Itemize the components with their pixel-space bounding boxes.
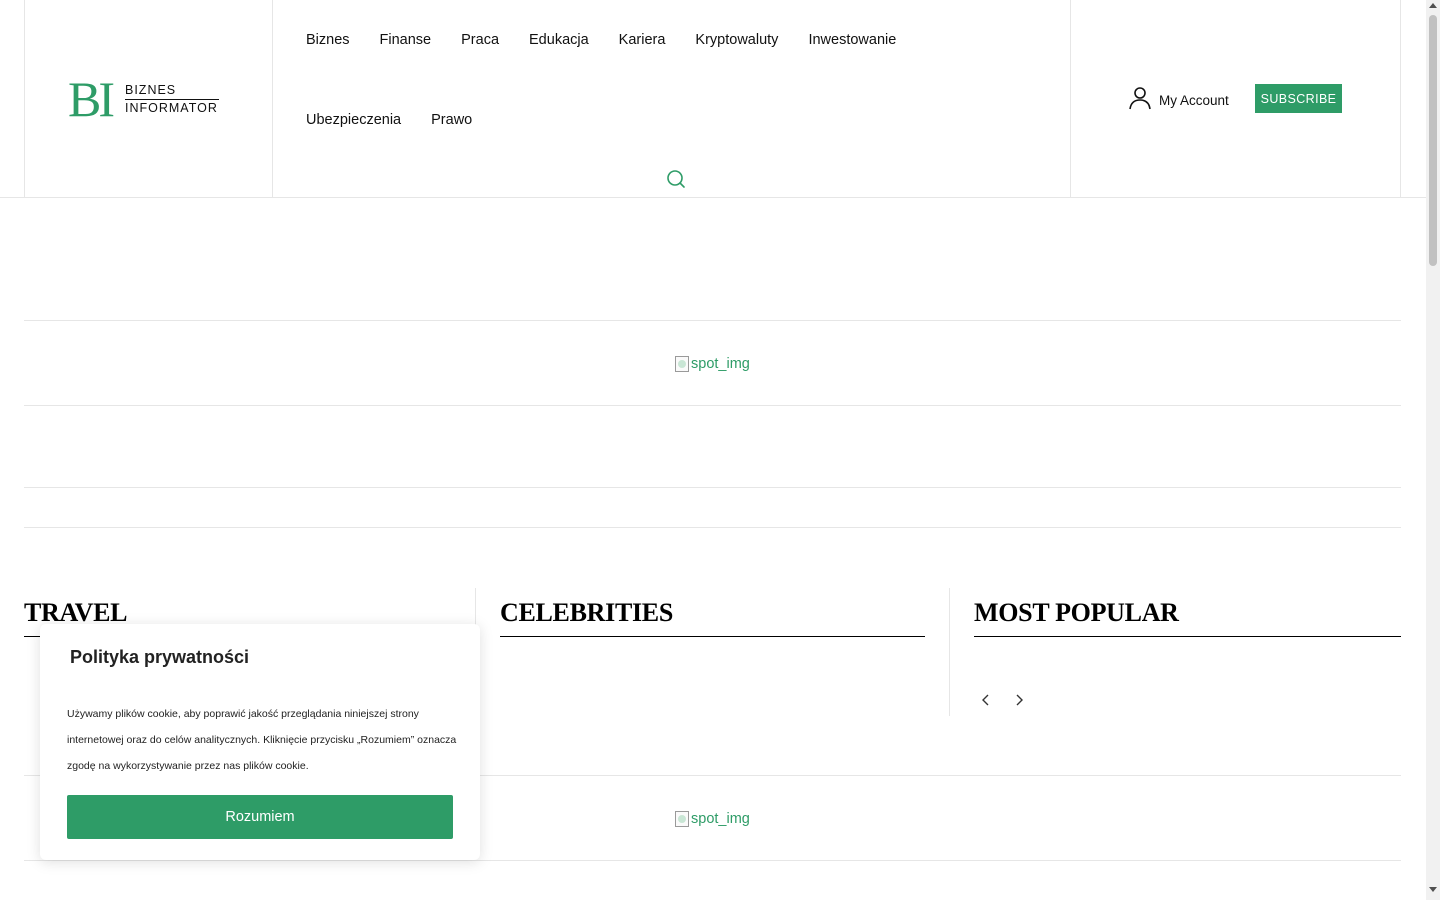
ad-image-alt-text: spot_img [691, 811, 750, 827]
account-area: My Account SUBSCRIBE [1071, 0, 1401, 197]
nav-row-2: Ubezpieczenia Prawo [291, 80, 991, 160]
divider [24, 860, 1401, 861]
divider [24, 527, 1401, 528]
nav-item-ubezpieczenia[interactable]: Ubezpieczenia [306, 112, 401, 128]
nav-item-kryptowaluty[interactable]: Kryptowaluty [695, 32, 778, 48]
divider [24, 320, 1401, 321]
nav-item-inwestowanie[interactable]: Inwestowanie [808, 32, 896, 48]
main-navigation: Biznes Finanse Praca Edukacja Kariera Kr… [273, 0, 1071, 197]
site-logo[interactable]: BI BIZNES INFORMATOR [68, 71, 219, 127]
cookie-dialog-title: Polityka prywatności [70, 647, 250, 667]
user-icon [1129, 86, 1151, 115]
nav-item-praca[interactable]: Praca [461, 32, 499, 48]
chevron-right-icon[interactable] [1011, 692, 1027, 708]
accept-cookies-button[interactable]: Rozumiem [67, 795, 453, 839]
subscribe-button[interactable]: SUBSCRIBE [1255, 84, 1342, 113]
nav-row-1: Biznes Finanse Praca Edukacja Kariera Kr… [291, 0, 991, 80]
ad-image-bottom[interactable]: spot_img [675, 811, 750, 827]
chevron-left-icon[interactable] [978, 692, 994, 708]
nav-menu: Biznes Finanse Praca Edukacja Kariera Kr… [291, 0, 991, 160]
my-account-label: My Account [1159, 93, 1229, 108]
logo-wordmark: BIZNES INFORMATOR [125, 83, 219, 116]
section-title-celebrities: CELEBRITIES [500, 598, 925, 637]
site-header: BI BIZNES INFORMATOR Biznes Finanse Prac… [0, 0, 1426, 198]
nav-item-prawo[interactable]: Prawo [431, 112, 472, 128]
section-title-most-popular: MOST POPULAR [974, 598, 1401, 637]
cookie-dialog-text: Używamy plików cookie, aby poprawić jako… [67, 708, 457, 772]
scroll-up-arrow-icon[interactable] [1429, 3, 1437, 8]
divider [24, 487, 1401, 488]
my-account-link[interactable]: My Account [1129, 86, 1229, 115]
logo-area: BI BIZNES INFORMATOR [24, 0, 273, 197]
nav-item-edukacja[interactable]: Edukacja [529, 32, 589, 48]
logo-line-2: INFORMATOR [125, 100, 218, 115]
ad-image-top[interactable]: spot_img [675, 356, 750, 372]
column-divider [949, 588, 950, 716]
logo-mark: BI [68, 71, 115, 127]
nav-item-biznes[interactable]: Biznes [306, 32, 350, 48]
divider [24, 405, 1401, 406]
scrollbar-thumb[interactable] [1429, 15, 1437, 266]
broken-image-icon [675, 356, 689, 372]
cookie-consent-dialog: Polityka prywatności Używamy plików cook… [40, 624, 480, 860]
scroll-down-arrow-icon[interactable] [1429, 887, 1437, 892]
nav-item-finanse[interactable]: Finanse [380, 32, 432, 48]
ad-image-alt-text: spot_img [691, 356, 750, 372]
broken-image-icon [675, 811, 689, 827]
page-scrollbar[interactable] [1426, 0, 1440, 900]
nav-item-kariera[interactable]: Kariera [619, 32, 666, 48]
search-icon[interactable] [666, 169, 686, 189]
logo-line-1: BIZNES [125, 83, 219, 100]
